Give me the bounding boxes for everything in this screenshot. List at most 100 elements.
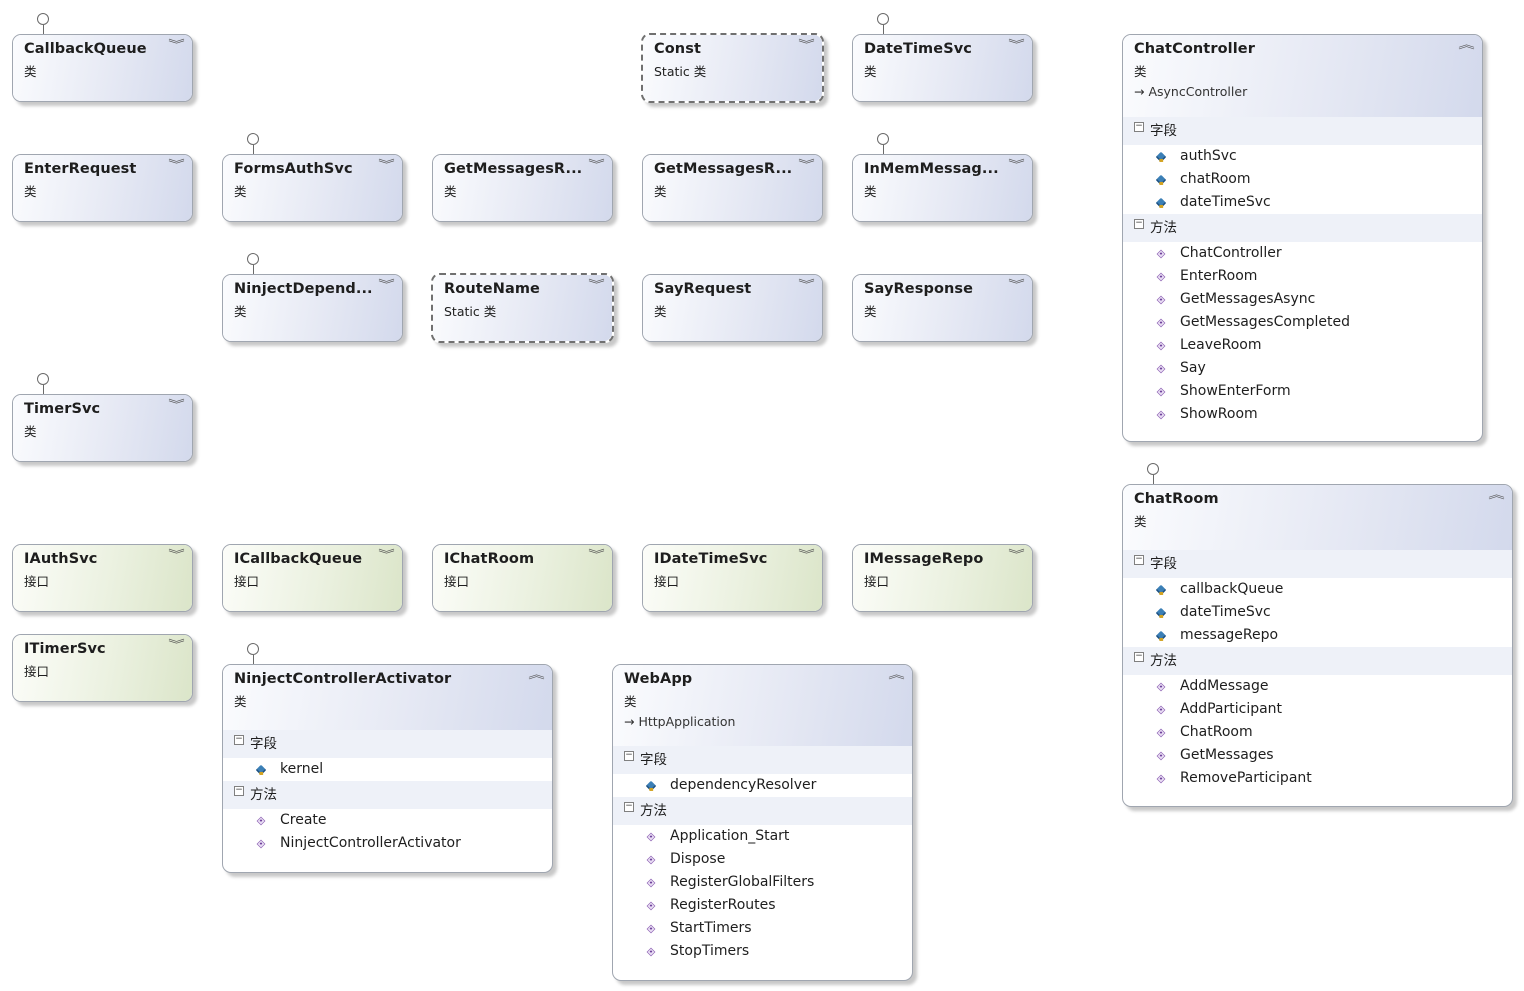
interface-idatetimesvc[interactable]: IDateTimeSvc 接口 ︾ bbox=[642, 544, 823, 612]
class-name: DateTimeSvc bbox=[864, 41, 972, 57]
expand-chevron-icon[interactable]: ︾ bbox=[1008, 549, 1025, 560]
class-getmessagesresponse[interactable]: GetMessagesR... 类 ︾ bbox=[642, 154, 823, 222]
field-item[interactable]: messageRepo bbox=[1123, 624, 1512, 647]
interface-kind: 接口 bbox=[234, 574, 260, 589]
class-datetimesvc[interactable]: DateTimeSvc 类 ︾ bbox=[852, 34, 1033, 102]
field-item[interactable]: dateTimeSvc bbox=[1123, 191, 1482, 214]
expand-chevron-icon[interactable]: ︾ bbox=[1008, 279, 1025, 290]
class-getmessagesrequest[interactable]: GetMessagesR... 类 ︾ bbox=[432, 154, 613, 222]
class-ninjectdependencyresolver[interactable]: NinjectDepend... 类 ︾ bbox=[222, 274, 403, 342]
interface-itimersvc[interactable]: ITimerSvc 接口 ︾ bbox=[12, 634, 193, 702]
interface-icallbackqueue[interactable]: ICallbackQueue 接口 ︾ bbox=[222, 544, 403, 612]
interface-kind: 接口 bbox=[444, 574, 470, 589]
method-item[interactable]: RegisterGlobalFilters bbox=[613, 871, 912, 894]
expand-chevron-icon[interactable]: ︾ bbox=[378, 159, 395, 170]
method-item[interactable]: EnterRoom bbox=[1123, 265, 1482, 288]
collapse-chevron-icon[interactable]: ︽ bbox=[1458, 39, 1475, 50]
class-timersvc[interactable]: TimerSvc 类 ︾ bbox=[12, 394, 193, 462]
class-name: NinjectControllerActivator bbox=[234, 671, 452, 687]
fields-section-header[interactable]: − 字段 bbox=[1123, 550, 1512, 578]
interface-ichatroom[interactable]: IChatRoom 接口 ︾ bbox=[432, 544, 613, 612]
method-item[interactable]: StopTimers bbox=[613, 940, 912, 963]
method-item[interactable]: GetMessagesCompleted bbox=[1123, 311, 1482, 334]
expand-chevron-icon[interactable]: ︾ bbox=[168, 639, 185, 650]
collapse-chevron-icon[interactable]: ︽ bbox=[888, 669, 905, 680]
section-collapse-icon[interactable]: − bbox=[1134, 555, 1144, 565]
interface-iauthsvc[interactable]: IAuthSvc 接口 ︾ bbox=[12, 544, 193, 612]
class-name: InMemMessag... bbox=[864, 161, 999, 177]
class-const[interactable]: Const Static 类 ︾ bbox=[641, 33, 824, 103]
method-item[interactable]: GetMessages bbox=[1123, 744, 1512, 767]
class-enterrequest[interactable]: EnterRequest 类 ︾ bbox=[12, 154, 193, 222]
class-ninjectcontrolleractivator[interactable]: NinjectControllerActivator 类 ︽ − 字段 kerne… bbox=[222, 664, 553, 873]
expand-chevron-icon[interactable]: ︾ bbox=[588, 159, 605, 170]
section-collapse-icon[interactable]: − bbox=[1134, 652, 1144, 662]
field-item[interactable]: kernel bbox=[223, 758, 552, 781]
collapse-chevron-icon[interactable]: ︽ bbox=[528, 669, 545, 680]
method-item[interactable]: LeaveRoom bbox=[1123, 334, 1482, 357]
field-item[interactable]: callbackQueue bbox=[1123, 578, 1512, 601]
section-collapse-icon[interactable]: − bbox=[234, 735, 244, 745]
expand-chevron-icon[interactable]: ︾ bbox=[168, 159, 185, 170]
field-item[interactable]: chatRoom bbox=[1123, 168, 1482, 191]
section-collapse-icon[interactable]: − bbox=[624, 751, 634, 761]
expand-chevron-icon[interactable]: ︾ bbox=[1008, 159, 1025, 170]
section-collapse-icon[interactable]: − bbox=[1134, 122, 1144, 132]
expand-chevron-icon[interactable]: ︾ bbox=[798, 549, 815, 560]
methods-section-header[interactable]: − 方法 bbox=[223, 781, 552, 809]
method-item[interactable]: AddMessage bbox=[1123, 675, 1512, 698]
expand-chevron-icon[interactable]: ︾ bbox=[798, 279, 815, 290]
class-sayresponse[interactable]: SayResponse 类 ︾ bbox=[852, 274, 1033, 342]
class-webapp[interactable]: WebApp 类 → HttpApplication ︽ − 字段 depende… bbox=[612, 664, 913, 981]
collapse-chevron-icon[interactable]: ︽ bbox=[1488, 489, 1505, 500]
expand-chevron-icon[interactable]: ︾ bbox=[1008, 39, 1025, 50]
class-formsauthsvc[interactable]: FormsAuthSvc 类 ︾ bbox=[222, 154, 403, 222]
class-callbackqueue[interactable]: CallbackQueue 类 ︾ bbox=[12, 34, 193, 102]
method-item[interactable]: ShowEnterForm bbox=[1123, 380, 1482, 403]
expand-chevron-icon[interactable]: ︾ bbox=[378, 279, 395, 290]
methods-section-header[interactable]: − 方法 bbox=[613, 797, 912, 825]
method-icon bbox=[256, 839, 266, 849]
method-item[interactable]: ShowRoom bbox=[1123, 403, 1482, 426]
method-item[interactable]: Say bbox=[1123, 357, 1482, 380]
method-item[interactable]: RemoveParticipant bbox=[1123, 767, 1512, 790]
method-item[interactable]: NinjectControllerActivator bbox=[223, 832, 552, 855]
method-item[interactable]: Dispose bbox=[613, 848, 912, 871]
method-item[interactable]: ChatRoom bbox=[1123, 721, 1512, 744]
expand-chevron-icon[interactable]: ︾ bbox=[798, 39, 815, 50]
expand-chevron-icon[interactable]: ︾ bbox=[168, 399, 185, 410]
expand-chevron-icon[interactable]: ︾ bbox=[378, 549, 395, 560]
interface-imessagerepo[interactable]: IMessageRepo 接口 ︾ bbox=[852, 544, 1033, 612]
method-item[interactable]: AddParticipant bbox=[1123, 698, 1512, 721]
class-name: SayRequest bbox=[654, 281, 752, 297]
method-item[interactable]: StartTimers bbox=[613, 917, 912, 940]
class-sayrequest[interactable]: SayRequest 类 ︾ bbox=[642, 274, 823, 342]
class-chatroom[interactable]: ChatRoom 类 ︽ − 字段 callbackQueue dateTimeS… bbox=[1122, 484, 1513, 807]
section-collapse-icon[interactable]: − bbox=[624, 802, 634, 812]
section-collapse-icon[interactable]: − bbox=[1134, 219, 1144, 229]
method-item[interactable]: Application_Start bbox=[613, 825, 912, 848]
field-item[interactable]: dependencyResolver bbox=[613, 774, 912, 797]
fields-section-header[interactable]: − 字段 bbox=[223, 730, 552, 758]
expand-chevron-icon[interactable]: ︾ bbox=[588, 279, 605, 290]
methods-section-header[interactable]: − 方法 bbox=[1123, 214, 1482, 242]
method-item[interactable]: GetMessagesAsync bbox=[1123, 288, 1482, 311]
interface-lollipop-icon bbox=[247, 253, 259, 274]
methods-section-header[interactable]: − 方法 bbox=[1123, 647, 1512, 675]
class-routename[interactable]: RouteName Static 类 ︾ bbox=[431, 273, 614, 343]
field-item[interactable]: dateTimeSvc bbox=[1123, 601, 1512, 624]
class-chatcontroller[interactable]: ChatController 类 → AsyncController ︽ − 字段… bbox=[1122, 34, 1483, 442]
expand-chevron-icon[interactable]: ︾ bbox=[168, 549, 185, 560]
section-collapse-icon[interactable]: − bbox=[234, 786, 244, 796]
method-item[interactable]: ChatController bbox=[1123, 242, 1482, 265]
fields-section-header[interactable]: − 字段 bbox=[1123, 117, 1482, 145]
method-item[interactable]: Create bbox=[223, 809, 552, 832]
class-inmemmessagerepo[interactable]: InMemMessag... 类 ︾ bbox=[852, 154, 1033, 222]
method-item[interactable]: RegisterRoutes bbox=[613, 894, 912, 917]
interface-lollipop-icon bbox=[37, 373, 49, 394]
fields-section-header[interactable]: − 字段 bbox=[613, 746, 912, 774]
expand-chevron-icon[interactable]: ︾ bbox=[168, 39, 185, 50]
expand-chevron-icon[interactable]: ︾ bbox=[798, 159, 815, 170]
expand-chevron-icon[interactable]: ︾ bbox=[588, 549, 605, 560]
field-item[interactable]: authSvc bbox=[1123, 145, 1482, 168]
